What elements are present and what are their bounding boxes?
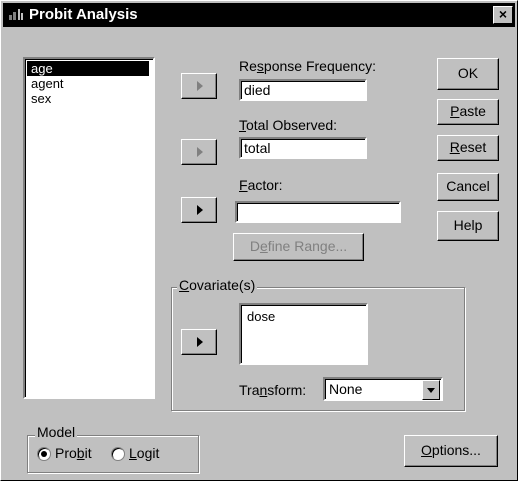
- arrow-right-icon: [197, 81, 203, 91]
- probit-radio[interactable]: [37, 447, 51, 461]
- response-frequency-label: Response Frequency:: [239, 58, 376, 74]
- covariates-label: Covariate(s): [177, 277, 258, 293]
- model-label: Model: [35, 424, 78, 440]
- paste-button[interactable]: Paste: [437, 99, 499, 125]
- move-to-covariate-button[interactable]: [181, 329, 217, 355]
- define-range-button[interactable]: Define Range...: [233, 233, 364, 261]
- help-button[interactable]: Help: [437, 211, 499, 241]
- transform-label: Transform:: [239, 382, 307, 398]
- probit-label[interactable]: Probit: [55, 445, 92, 461]
- ok-button[interactable]: OK: [437, 58, 499, 90]
- arrow-right-icon: [197, 147, 203, 157]
- title-bar: Probit Analysis ×: [3, 3, 515, 27]
- close-button[interactable]: ×: [493, 6, 513, 24]
- window-title: Probit Analysis: [29, 6, 138, 23]
- total-observed-label: Total Observed:: [239, 117, 338, 133]
- list-item[interactable]: age: [27, 61, 149, 76]
- transform-dropdown-button[interactable]: [422, 380, 440, 400]
- arrow-right-icon: [197, 205, 203, 215]
- logit-label[interactable]: Logit: [129, 445, 159, 461]
- factor-field[interactable]: [235, 201, 401, 223]
- app-icon: [9, 9, 23, 20]
- chevron-down-icon: [427, 388, 435, 393]
- arrow-right-icon: [197, 337, 203, 347]
- factor-label: Factor:: [239, 177, 283, 193]
- covariates-list[interactable]: dose: [239, 303, 368, 365]
- transform-select[interactable]: None: [323, 377, 443, 401]
- options-button[interactable]: Options...: [404, 435, 498, 467]
- cancel-button[interactable]: Cancel: [437, 173, 499, 201]
- variable-list[interactable]: age agent sex: [23, 57, 155, 399]
- close-icon: ×: [498, 6, 508, 22]
- move-to-factor-button[interactable]: [181, 197, 217, 223]
- response-frequency-field[interactable]: died: [239, 79, 367, 101]
- move-to-total-button[interactable]: [181, 139, 217, 165]
- list-item[interactable]: agent: [27, 76, 149, 91]
- logit-radio[interactable]: [111, 447, 125, 461]
- list-item[interactable]: sex: [27, 91, 149, 106]
- move-to-response-button[interactable]: [181, 73, 217, 99]
- transform-value: None: [329, 381, 363, 397]
- define-range-label: Define Range...: [249, 238, 348, 254]
- list-item[interactable]: dose: [243, 309, 365, 324]
- total-observed-field[interactable]: total: [239, 137, 367, 159]
- reset-button[interactable]: Reset: [437, 135, 499, 161]
- probit-analysis-dialog: Probit Analysis × age agent sex Response…: [0, 0, 518, 481]
